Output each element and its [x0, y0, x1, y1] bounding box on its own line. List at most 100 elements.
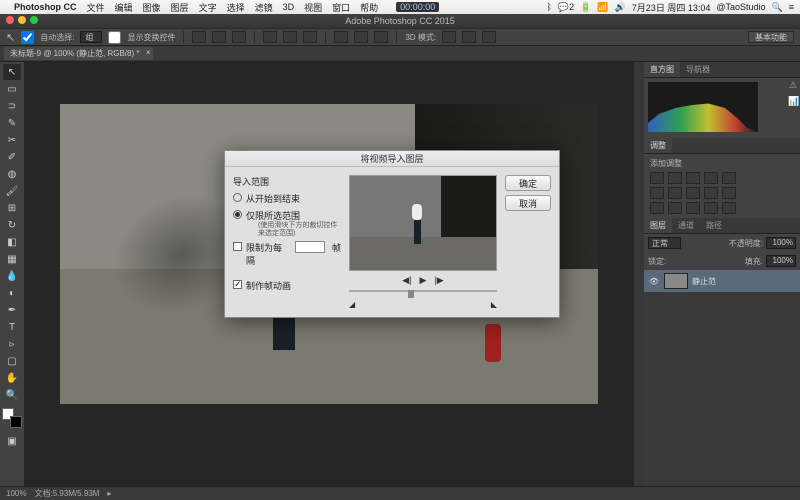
3d-icon[interactable]	[462, 31, 476, 43]
menu-file[interactable]: 文件	[87, 1, 105, 14]
menu-view[interactable]: 视图	[304, 1, 322, 14]
user-name[interactable]: @TaoStudio	[716, 2, 765, 12]
app-name[interactable]: Photoshop CC	[14, 2, 77, 12]
auto-select-checkbox[interactable]	[21, 31, 34, 44]
close-tab-icon[interactable]: ×	[146, 48, 151, 57]
status-arrow-icon[interactable]: ▸	[107, 489, 111, 498]
align-icon[interactable]	[212, 31, 226, 43]
adjust-threshold-icon[interactable]	[686, 202, 700, 214]
path-select-tool[interactable]: ▹	[3, 336, 21, 352]
eyedropper-tool[interactable]: ✐	[3, 149, 21, 165]
menu-type[interactable]: 文字	[199, 1, 217, 14]
menu-select[interactable]: 选择	[227, 1, 245, 14]
checkbox-make-animation[interactable]: 制作帧动画	[233, 279, 341, 292]
adjust-exposure-icon[interactable]	[704, 172, 718, 184]
distribute-icon[interactable]	[354, 31, 368, 43]
adjust-colorbalance-icon[interactable]	[668, 187, 682, 199]
distribute-icon[interactable]	[374, 31, 388, 43]
screen-mode[interactable]: ▣	[3, 433, 21, 449]
ok-button[interactable]: 确定	[505, 175, 551, 191]
adjust-gradientmap-icon[interactable]	[704, 202, 718, 214]
quick-select-tool[interactable]: ✎	[3, 115, 21, 131]
stamp-tool[interactable]: ⊞	[3, 200, 21, 216]
move-tool[interactable]: ↖	[3, 64, 21, 80]
crop-tool[interactable]: ✂	[3, 132, 21, 148]
align-icon[interactable]	[263, 31, 277, 43]
menu-help[interactable]: 帮助	[360, 1, 378, 14]
layer-name[interactable]: 静止范	[692, 276, 716, 287]
bluetooth-icon[interactable]: ᛒ	[547, 2, 552, 12]
doc-size[interactable]: 文档:5.93M/5.93M	[34, 488, 99, 499]
color-swatches[interactable]	[2, 408, 22, 428]
adjust-levels-icon[interactable]	[668, 172, 682, 184]
zoom-tool[interactable]: 🔍	[3, 387, 21, 403]
radio-begin-to-end[interactable]: 从开始到结束	[233, 192, 341, 205]
lock-pixels-icon[interactable]	[669, 256, 681, 266]
tab-adjustments[interactable]: 调整	[644, 138, 672, 153]
layer-row[interactable]: 👁 静止范	[644, 270, 800, 292]
close-window[interactable]	[6, 16, 14, 24]
adjust-curves-icon[interactable]	[686, 172, 700, 184]
tab-navigator[interactable]: 导航器	[680, 62, 716, 77]
blend-mode-dropdown[interactable]: 正常	[648, 237, 681, 249]
menu-filter[interactable]: 滤镜	[255, 1, 273, 14]
menu-window[interactable]: 窗口	[332, 1, 350, 14]
prev-frame-button[interactable]: ◀|	[402, 275, 411, 286]
3d-icon[interactable]	[442, 31, 456, 43]
hand-tool[interactable]: ✋	[3, 370, 21, 386]
histogram-mode-icon[interactable]: 📊	[788, 96, 798, 106]
tab-layers[interactable]: 图层	[644, 218, 672, 233]
zoom-level[interactable]: 100%	[6, 489, 26, 498]
layer-thumbnail[interactable]	[664, 273, 688, 289]
out-point-handle[interactable]: ◣	[491, 300, 497, 309]
fill-value[interactable]: 100%	[766, 255, 796, 267]
document-tab[interactable]: 未标题-9 @ 100% (静止范, RGB/8) *×	[4, 47, 153, 60]
frame-interval-input[interactable]	[295, 241, 325, 253]
warning-icon[interactable]: ⚠	[788, 80, 798, 90]
battery-icon[interactable]: 🔋	[580, 2, 591, 13]
tab-histogram[interactable]: 直方图	[644, 62, 680, 77]
lasso-tool[interactable]: ⊃	[3, 98, 21, 114]
zoom-window[interactable]	[30, 16, 38, 24]
collapsed-panel-strip[interactable]	[634, 62, 644, 486]
clock-date[interactable]: 7月23日 周四 13:04	[632, 1, 711, 14]
brush-tool[interactable]: 🖌	[3, 183, 21, 199]
in-point-handle[interactable]: ◢	[349, 300, 355, 309]
tab-paths[interactable]: 路径	[700, 218, 728, 233]
3d-icon[interactable]	[482, 31, 496, 43]
menu-layer[interactable]: 图层	[171, 1, 189, 14]
align-icon[interactable]	[192, 31, 206, 43]
align-icon[interactable]	[303, 31, 317, 43]
auto-select-dropdown[interactable]: 组	[80, 31, 102, 43]
blur-tool[interactable]: 💧	[3, 268, 21, 284]
wechat-icon[interactable]: 💬2	[558, 2, 574, 13]
checkbox-limit-frames[interactable]: 限制为每隔帧	[233, 241, 341, 267]
menu-edit[interactable]: 编辑	[115, 1, 133, 14]
workspace-dropdown[interactable]: 基本功能	[748, 31, 794, 43]
notification-icon[interactable]: ≡	[789, 2, 794, 12]
gradient-tool[interactable]: ▦	[3, 251, 21, 267]
adjust-invert-icon[interactable]	[650, 202, 664, 214]
shape-tool[interactable]: ▢	[3, 353, 21, 369]
minimize-window[interactable]	[18, 16, 26, 24]
menu-3d[interactable]: 3D	[283, 2, 295, 12]
adjust-selectivecolor-icon[interactable]	[722, 202, 736, 214]
menu-image[interactable]: 图像	[143, 1, 161, 14]
dodge-tool[interactable]: ◐	[3, 285, 21, 301]
lock-all-icon[interactable]	[699, 256, 711, 266]
distribute-icon[interactable]	[334, 31, 348, 43]
type-tool[interactable]: T	[3, 319, 21, 335]
timeline-slider[interactable]	[349, 290, 497, 298]
adjust-bw-icon[interactable]	[686, 187, 700, 199]
next-frame-button[interactable]: |▶	[434, 275, 443, 286]
cancel-button[interactable]: 取消	[505, 195, 551, 211]
transform-controls-checkbox[interactable]	[108, 31, 121, 44]
adjust-channelmixer-icon[interactable]	[722, 187, 736, 199]
opacity-value[interactable]: 100%	[766, 237, 796, 249]
visibility-eye-icon[interactable]: 👁	[648, 277, 660, 286]
adjust-posterize-icon[interactable]	[668, 202, 682, 214]
adjust-vibrance-icon[interactable]	[722, 172, 736, 184]
lock-position-icon[interactable]	[684, 256, 696, 266]
history-brush-tool[interactable]: ↻	[3, 217, 21, 233]
pen-tool[interactable]: ✒	[3, 302, 21, 318]
